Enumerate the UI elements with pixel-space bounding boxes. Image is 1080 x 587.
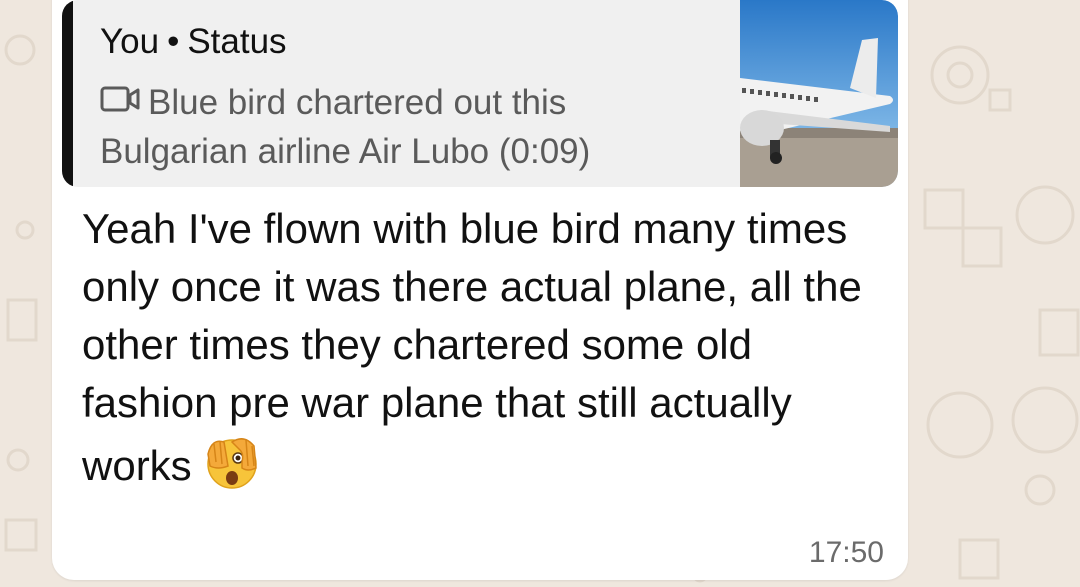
quote-text: Blue bird chartered out this Bulgarian a… (100, 83, 591, 171)
quoted-status-reply[interactable]: You • Status Blue bird chartered out this … (62, 0, 898, 187)
face-with-peeking-eye-emoji (202, 432, 262, 507)
message-timestamp: 17:50 (808, 536, 884, 569)
message-body: Yeah I've flown with blue bird many time… (82, 205, 862, 489)
video-camera-icon (100, 77, 140, 126)
quote-separator: • (167, 22, 180, 61)
quote-caption: Blue bird chartered out this Bulgarian a… (100, 78, 700, 176)
quote-kind: Status (187, 22, 287, 61)
quote-header: You • Status (100, 22, 287, 62)
message-text: Yeah I've flown with blue bird many time… (82, 200, 862, 507)
quote-accent-bar (62, 0, 73, 187)
quote-sender: You (100, 22, 160, 61)
airplane-thumbnail[interactable] (740, 0, 898, 187)
